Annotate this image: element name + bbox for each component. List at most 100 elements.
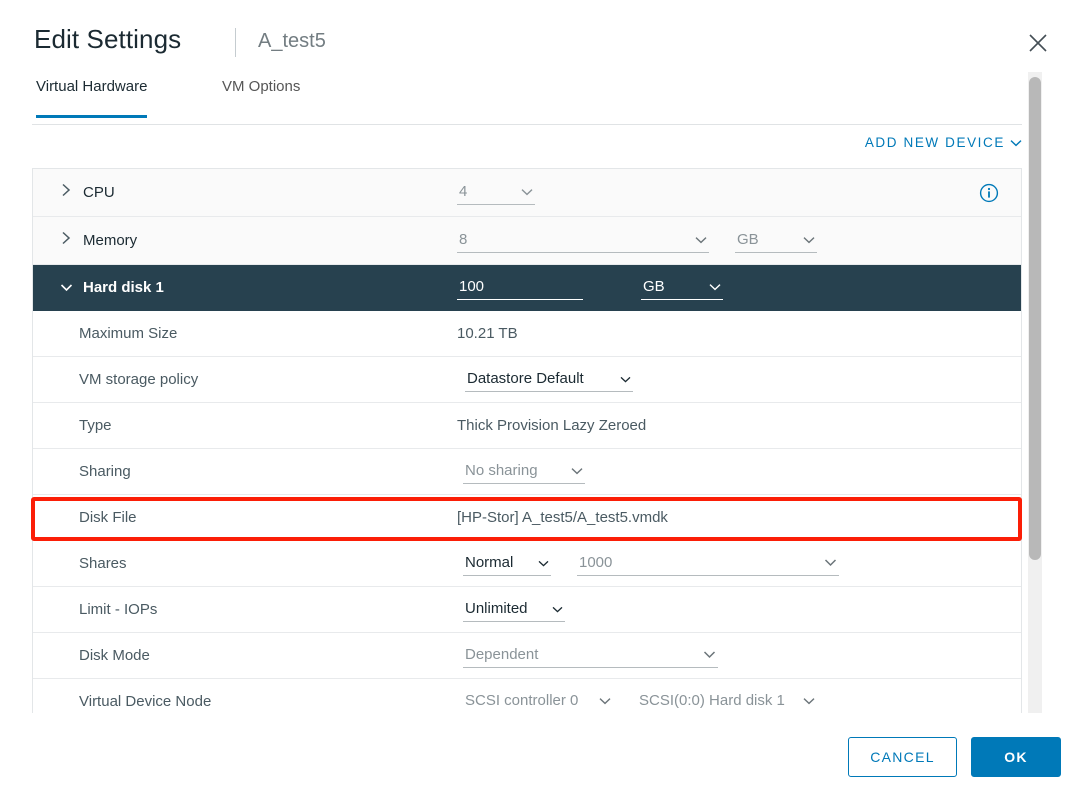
sharing-value: No sharing [465,461,538,479]
row-type: Type Thick Provision Lazy Zeroed [33,403,1021,449]
close-icon [1027,32,1049,54]
close-button[interactable] [1023,28,1053,58]
chevron-down-icon [824,554,837,571]
hard-disk-value-cell: GB [457,265,723,310]
chevron-down-icon [803,692,815,709]
vm-storage-policy-value-cell: Datastore Default [465,357,633,402]
row-vm-storage-policy: VM storage policy Datastore Default [33,357,1021,403]
info-icon [979,183,999,207]
chevron-down-icon [695,231,707,248]
chevron-down-icon [703,646,716,663]
sharing-label: Sharing [79,463,131,480]
add-new-device-button[interactable]: ADD NEW DEVICE [865,135,1022,150]
disk-mode-select[interactable]: Dependent [463,644,718,668]
vm-storage-policy-select[interactable]: Datastore Default [465,368,633,392]
maximum-size-value: 10.21 TB [457,325,518,342]
maximum-size-label: Maximum Size [79,325,178,342]
cpu-label: CPU [83,184,115,201]
cancel-button[interactable]: CANCEL [848,737,957,777]
tab-virtual-hardware[interactable]: Virtual Hardware [36,78,148,118]
memory-size-value: 8 [459,230,468,248]
limit-iops-value-cell: Unlimited [463,587,565,632]
virtual-device-node-label: Virtual Device Node [79,693,212,710]
chevron-down-icon [538,554,549,571]
vm-storage-policy-value: Datastore Default [467,369,584,387]
add-new-device-label: ADD NEW DEVICE [864,135,1005,150]
shares-value-select[interactable]: 1000 [577,552,839,576]
tab-bar: Virtual Hardware VM Options [0,78,1073,118]
chevron-down-icon [803,231,815,248]
disk-mode-label: Disk Mode [79,647,150,664]
row-disk-mode: Disk Mode Dependent [33,633,1021,679]
tab-vm-options[interactable]: VM Options [222,78,300,118]
row-limit-iops: Limit - IOPs Unlimited [33,587,1021,633]
dialog-footer: CANCEL OK [0,713,1073,806]
row-hard-disk-1[interactable]: Hard disk 1 GB [33,265,1021,311]
dialog-header: Edit Settings A_test5 [0,0,1073,78]
shares-value-cell: Normal 1000 [463,541,839,586]
vm-name: A_test5 [258,30,326,52]
expand-memory-toggle[interactable] [55,231,77,250]
row-maximum-size: Maximum Size 10.21 TB [33,311,1021,357]
type-value: Thick Provision Lazy Zeroed [457,417,647,434]
chevron-down-icon [709,278,721,295]
limit-iops-label: Limit - IOPs [79,601,158,618]
sharing-select[interactable]: No sharing [463,460,585,484]
edit-settings-dialog: Edit Settings A_test5 Virtual Hardware V… [0,0,1073,806]
shares-amount-value: 1000 [579,553,613,571]
row-shares: Shares Normal 1000 [33,541,1021,587]
row-virtual-device-node: Virtual Device Node SCSI controller 0 SC… [33,679,1021,713]
memory-unit-select[interactable]: GB [735,229,817,253]
hard-disk-unit-value: GB [643,277,665,295]
cpu-value-cell: 4 [457,169,535,216]
cpu-info-button[interactable] [979,183,999,203]
shares-level-select[interactable]: Normal [463,552,551,576]
type-value-cell: Thick Provision Lazy Zeroed [457,403,646,448]
cpu-count-value: 4 [459,182,468,200]
type-label: Type [79,417,112,434]
virtual-device-controller-select[interactable]: SCSI controller 0 [463,690,613,713]
row-memory[interactable]: Memory 8 GB [33,217,1021,265]
disk-mode-value: Dependent [465,645,539,663]
hard-disk-unit-select[interactable]: GB [641,276,723,300]
disk-mode-value-cell: Dependent [463,633,718,678]
row-disk-file: Disk File [HP-Stor] A_test5/A_test5.vmdk [33,495,1021,541]
memory-size-select[interactable]: 8 [457,229,709,253]
add-device-bar: ADD NEW DEVICE [32,124,1022,164]
ok-button[interactable]: OK [971,737,1061,777]
limit-iops-value: Unlimited [465,599,528,617]
virtual-device-node-value-cell: SCSI controller 0 SCSI(0:0) Hard disk 1 [463,679,817,713]
cpu-count-select[interactable]: 4 [457,181,535,205]
chevron-down-icon [1010,135,1022,150]
chevron-down-icon [620,370,631,387]
virtual-device-node-value: SCSI(0:0) Hard disk 1 [639,691,785,709]
chevron-right-icon [61,231,71,250]
chevron-down-icon [521,183,533,200]
title-divider [235,28,236,57]
expand-cpu-toggle[interactable] [55,183,77,202]
disk-file-label: Disk File [79,509,137,526]
disk-file-value-cell: [HP-Stor] A_test5/A_test5.vmdk [457,495,668,540]
chevron-down-icon [599,692,611,709]
chevron-down-icon [60,279,73,297]
chevron-down-icon [552,600,563,617]
virtual-device-node-select[interactable]: SCSI(0:0) Hard disk 1 [637,690,817,713]
maximum-size-value-cell: 10.21 TB [457,311,518,356]
page-title: Edit Settings [34,24,182,54]
device-list: CPU 4 Memory 8 GB Hard disk 1 100 GB Max… [32,168,1022,713]
row-cpu[interactable]: CPU 4 [33,169,1021,217]
shares-label: Shares [79,555,127,572]
sharing-value-cell: No sharing [463,449,585,494]
memory-value-cell: 8 GB [457,217,817,264]
disk-file-value: [HP-Stor] A_test5/A_test5.vmdk [457,509,668,526]
collapse-hard-disk-toggle[interactable] [55,279,77,297]
row-sharing: Sharing No sharing [33,449,1021,495]
memory-unit-value: GB [737,230,759,248]
chevron-right-icon [61,183,71,202]
hard-disk-size-input[interactable] [457,275,583,300]
memory-label: Memory [83,232,138,249]
vm-storage-policy-label: VM storage policy [79,371,199,388]
scrollbar-thumb[interactable] [1029,77,1041,560]
limit-iops-select[interactable]: Unlimited [463,598,565,622]
hard-disk-label: Hard disk 1 [83,279,164,296]
